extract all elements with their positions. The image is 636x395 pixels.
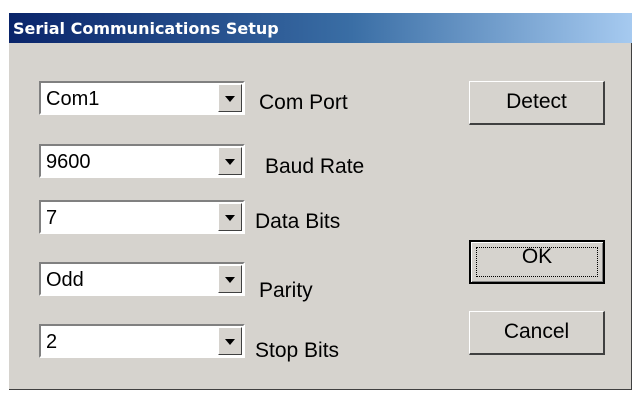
stop-bits-dropdown-button[interactable] — [218, 327, 242, 355]
chevron-down-icon — [225, 339, 235, 345]
title-bar[interactable]: Serial Communications Setup — [9, 13, 632, 43]
window-title: Serial Communications Setup — [13, 19, 279, 38]
chevron-down-icon — [225, 215, 235, 221]
ok-button-label: OK — [521, 245, 553, 268]
chevron-down-icon — [225, 96, 235, 102]
stop-bits-select[interactable]: 2 — [39, 324, 245, 358]
data-bits-select[interactable]: 7 — [39, 200, 245, 234]
parity-dropdown-button[interactable] — [218, 265, 242, 293]
ok-button[interactable]: OK — [469, 240, 605, 284]
stop-bits-value: 2 — [46, 331, 58, 353]
cancel-button[interactable]: Cancel — [469, 311, 605, 355]
stop-bits-label: Stop Bits — [255, 339, 340, 362]
chevron-down-icon — [225, 277, 235, 283]
baud-rate-dropdown-button[interactable] — [218, 147, 242, 175]
serial-setup-dialog: Serial Communications Setup Com1 Com Por… — [8, 12, 632, 390]
com-port-dropdown-button[interactable] — [218, 84, 242, 112]
parity-value: Odd — [46, 269, 84, 291]
chevron-down-icon — [225, 159, 235, 165]
com-port-label: Com Port — [259, 91, 348, 114]
baud-rate-value: 9600 — [46, 151, 91, 173]
data-bits-label: Data Bits — [255, 210, 341, 233]
detect-button[interactable]: Detect — [469, 81, 605, 125]
data-bits-dropdown-button[interactable] — [218, 203, 242, 231]
data-bits-value: 7 — [46, 207, 58, 229]
com-port-select[interactable]: Com1 — [39, 81, 245, 115]
parity-select[interactable]: Odd — [39, 262, 245, 296]
baud-rate-select[interactable]: 9600 — [39, 144, 245, 178]
com-port-value: Com1 — [46, 88, 100, 110]
parity-label: Parity — [259, 279, 313, 302]
baud-rate-label: Baud Rate — [265, 155, 365, 178]
